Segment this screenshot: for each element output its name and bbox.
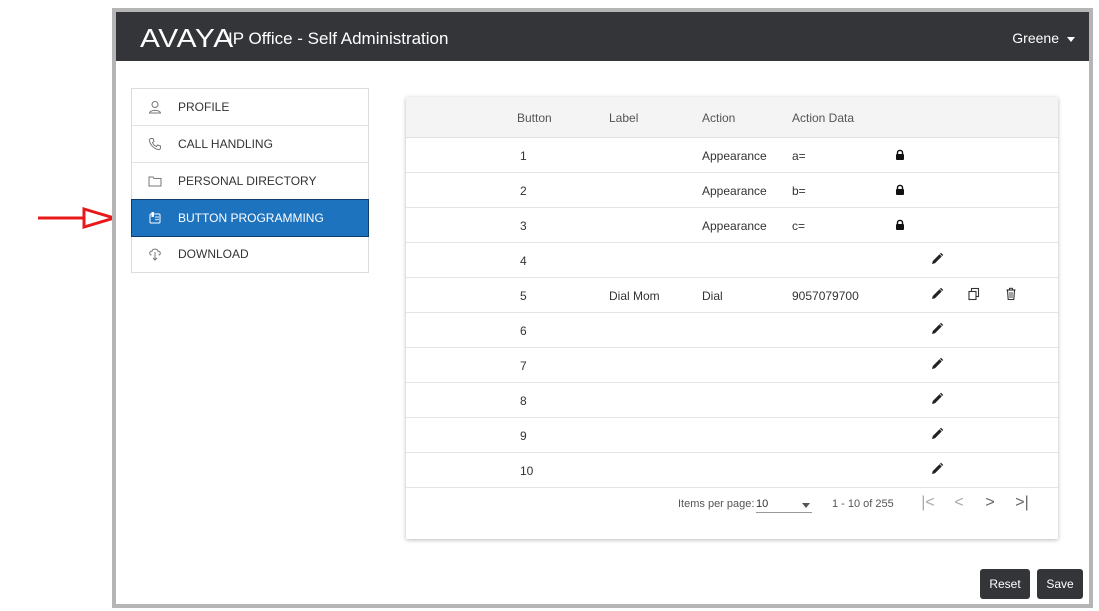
cell-button: 1 bbox=[520, 149, 527, 163]
table-header: Button Label Action Action Data bbox=[406, 97, 1058, 138]
browser-frame: AVAYA IP Office - Self Administration Gr… bbox=[112, 8, 1093, 608]
items-per-page-label: Items per page: bbox=[678, 498, 755, 510]
edit-pencil-icon[interactable] bbox=[930, 392, 944, 406]
edit-pencil-icon[interactable] bbox=[930, 357, 944, 371]
sidebar-item-call-handling[interactable]: CALL HANDLING bbox=[132, 126, 368, 163]
column-header-button[interactable]: Button bbox=[517, 111, 552, 125]
cell-action-data: a= bbox=[792, 149, 806, 163]
column-header-action[interactable]: Action bbox=[702, 111, 735, 125]
table-row: 10 bbox=[406, 453, 1058, 488]
column-header-label[interactable]: Label bbox=[609, 111, 638, 125]
button-programming-table: Button Label Action Action Data 1 Appeara… bbox=[406, 97, 1058, 539]
cell-action: Appearance bbox=[702, 149, 767, 163]
sidebar-item-label: BUTTON PROGRAMMING bbox=[178, 211, 324, 225]
next-page-button[interactable]: > bbox=[980, 493, 1000, 513]
edit-pencil-icon[interactable] bbox=[930, 462, 944, 476]
table-row: 8 bbox=[406, 383, 1058, 418]
dropdown-arrow-icon bbox=[802, 503, 810, 508]
cell-button: 10 bbox=[520, 464, 534, 478]
last-page-button[interactable]: >| bbox=[1012, 493, 1032, 513]
cell-label: Dial Mom bbox=[609, 289, 660, 303]
save-button[interactable]: Save bbox=[1037, 569, 1083, 599]
cell-button: 3 bbox=[520, 219, 527, 233]
phone-icon bbox=[148, 138, 161, 151]
copy-icon[interactable] bbox=[967, 287, 981, 301]
edit-pencil-icon[interactable] bbox=[930, 287, 944, 301]
edit-pencil-icon[interactable] bbox=[930, 252, 944, 266]
table-row: 2 Appearance b= bbox=[406, 173, 1058, 208]
cell-action-data: c= bbox=[792, 219, 806, 233]
cell-action: Dial bbox=[702, 289, 723, 303]
cell-button: 6 bbox=[520, 324, 527, 338]
previous-page-button[interactable]: < bbox=[949, 493, 969, 513]
table-row: 1 Appearance a= bbox=[406, 138, 1058, 173]
lock-icon bbox=[895, 183, 905, 195]
app-window: AVAYA IP Office - Self Administration Gr… bbox=[116, 12, 1089, 604]
top-bar: AVAYA IP Office - Self Administration Gr… bbox=[116, 12, 1089, 61]
user-menu[interactable]: Greene bbox=[1012, 30, 1075, 46]
table-row: 5 Dial Mom Dial 9057079700 bbox=[406, 278, 1058, 313]
paginator: Items per page: 10 1 - 10 of 255 |< < > … bbox=[406, 484, 1058, 524]
table-row: 9 bbox=[406, 418, 1058, 453]
annotation-arrow bbox=[38, 207, 116, 229]
table-row: 3 Appearance c= bbox=[406, 208, 1058, 243]
sidebar-item-label: PROFILE bbox=[178, 100, 230, 114]
cell-button: 5 bbox=[520, 289, 527, 303]
folder-icon bbox=[148, 176, 162, 187]
first-page-button[interactable]: |< bbox=[918, 493, 938, 513]
sidebar-item-label: PERSONAL DIRECTORY bbox=[178, 174, 317, 188]
avaya-logo: AVAYA bbox=[140, 23, 234, 53]
app-title: IP Office - Self Administration bbox=[228, 29, 449, 48]
sidebar-item-label: CALL HANDLING bbox=[178, 137, 273, 151]
phone-buttons-icon bbox=[149, 212, 161, 224]
cell-action-data: 9057079700 bbox=[792, 289, 859, 303]
download-icon bbox=[149, 248, 161, 261]
delete-trash-icon[interactable] bbox=[1004, 287, 1018, 301]
caret-down-icon bbox=[1067, 36, 1075, 42]
table-row: 4 bbox=[406, 243, 1058, 278]
cell-button: 7 bbox=[520, 359, 527, 373]
table-row: 6 bbox=[406, 313, 1058, 348]
edit-pencil-icon[interactable] bbox=[930, 322, 944, 336]
page-range: 1 - 10 of 255 bbox=[832, 498, 894, 510]
column-header-action-data[interactable]: Action Data bbox=[792, 111, 854, 125]
sidebar-item-button-programming[interactable]: BUTTON PROGRAMMING bbox=[131, 199, 369, 237]
cell-action: Appearance bbox=[702, 219, 767, 233]
person-icon bbox=[148, 101, 162, 114]
cell-action-data: b= bbox=[792, 184, 806, 198]
edit-pencil-icon[interactable] bbox=[930, 427, 944, 441]
reset-button[interactable]: Reset bbox=[980, 569, 1030, 599]
sidebar-item-personal-directory[interactable]: PERSONAL DIRECTORY bbox=[132, 163, 368, 200]
lock-icon bbox=[895, 148, 905, 160]
user-name: Greene bbox=[1012, 30, 1059, 46]
lock-icon bbox=[895, 218, 905, 230]
items-per-page-select[interactable]: 10 bbox=[756, 496, 812, 513]
sidebar-item-profile[interactable]: PROFILE bbox=[132, 89, 368, 126]
cell-button: 9 bbox=[520, 429, 527, 443]
sidebar-item-label: DOWNLOAD bbox=[178, 247, 249, 261]
cell-button: 2 bbox=[520, 184, 527, 198]
sidebar-nav: PROFILE CALL HANDLING PERSONAL DIRECTORY… bbox=[131, 88, 369, 273]
sidebar-item-download[interactable]: DOWNLOAD bbox=[132, 236, 368, 272]
cell-button: 4 bbox=[520, 254, 527, 268]
table-row: 7 bbox=[406, 348, 1058, 383]
items-per-page-value: 10 bbox=[756, 498, 769, 510]
cell-button: 8 bbox=[520, 394, 527, 408]
cell-action: Appearance bbox=[702, 184, 767, 198]
